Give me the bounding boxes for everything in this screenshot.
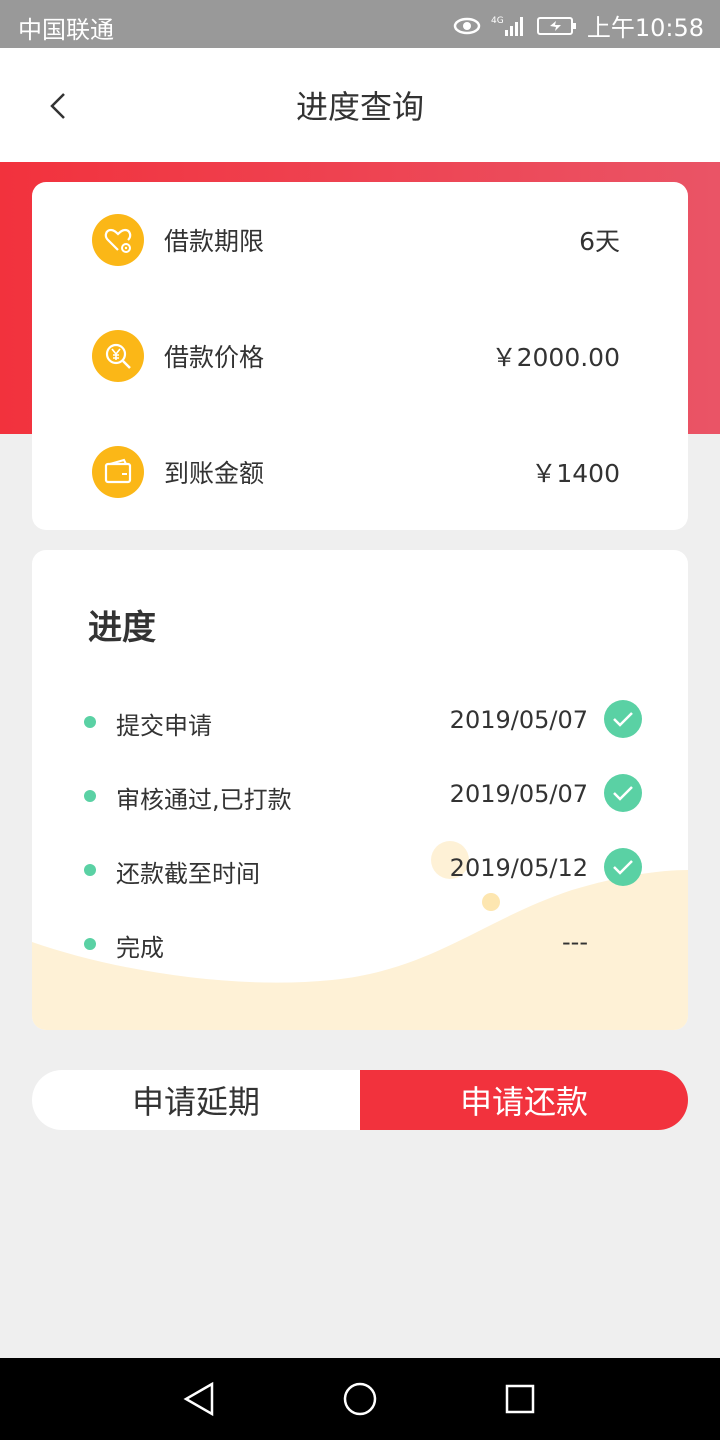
step-label: 完成 [116,934,164,962]
heart-gear-icon [92,214,144,266]
loan-term-label: 借款期限 [164,227,265,256]
loan-term-value: 6天 [579,227,620,256]
check-icon [604,700,642,738]
step-date: 2019/05/07 [449,706,588,734]
app-header: 进度查询 [0,48,720,162]
check-icon [604,774,642,812]
triangle-back-icon [183,1381,214,1417]
step-label: 还款截至时间 [116,860,260,888]
yen-search-icon [92,330,144,382]
loan-price-label: 借款价格 [164,343,265,372]
received-amount-value: ￥1400 [531,459,620,488]
page-title: 进度查询 [295,88,424,126]
nav-recents-button[interactable] [497,1376,543,1422]
signal-icon: 4G [491,14,527,38]
loan-term-row: 借款期限 6天 [32,182,688,298]
step-approved: 审核通过,已打款 2019/05/07 [32,770,688,820]
received-amount-row: 到账金额 ￥1400 [32,414,688,530]
step-date: --- [562,928,588,956]
action-buttons: 申请延期 申请还款 [32,1070,688,1130]
circle-home-icon [343,1382,377,1416]
loan-price-row: 借款价格 ￥2000.00 [32,298,688,414]
apply-extension-button[interactable]: 申请延期 [32,1070,360,1130]
square-recents-icon [505,1384,535,1414]
progress-title: 进度 [88,608,156,648]
step-date: 2019/05/12 [449,854,588,882]
step-date: 2019/05/07 [449,780,588,808]
apply-repayment-button[interactable]: 申请还款 [360,1070,688,1130]
battery-icon [536,16,577,36]
wallet-icon [92,446,144,498]
nav-home-button[interactable] [337,1376,383,1422]
status-bar: 中国联通 4G 上午10:58 [0,0,720,48]
step-submit: 提交申请 2019/05/07 [32,696,688,746]
loan-info-card: 借款期限 6天 借款价格 ￥2000.00 到账金额 ￥1400 [32,182,688,530]
step-dot [84,790,96,802]
system-nav-bar [0,1358,720,1440]
carrier-name: 中国联通 [18,16,114,44]
step-dot [84,864,96,876]
step-deadline: 还款截至时间 2019/05/12 [32,844,688,894]
loan-price-value: ￥2000.00 [491,343,620,372]
eye-icon [453,16,481,36]
step-complete: 完成 --- [32,918,688,968]
clock: 上午10:58 [586,14,704,42]
step-dot [84,716,96,728]
status-icons: 4G 上午10:58 [453,8,704,43]
nav-back-button[interactable] [176,1376,222,1422]
received-amount-label: 到账金额 [164,459,265,488]
step-label: 审核通过,已打款 [116,786,292,814]
network-type: 4G [491,16,504,26]
check-icon [604,848,642,886]
progress-card: 进度 提交申请 2019/05/07 审核通过,已打款 2019/05/07 还… [32,550,688,1030]
step-dot [84,938,96,950]
step-label: 提交申请 [116,712,212,740]
